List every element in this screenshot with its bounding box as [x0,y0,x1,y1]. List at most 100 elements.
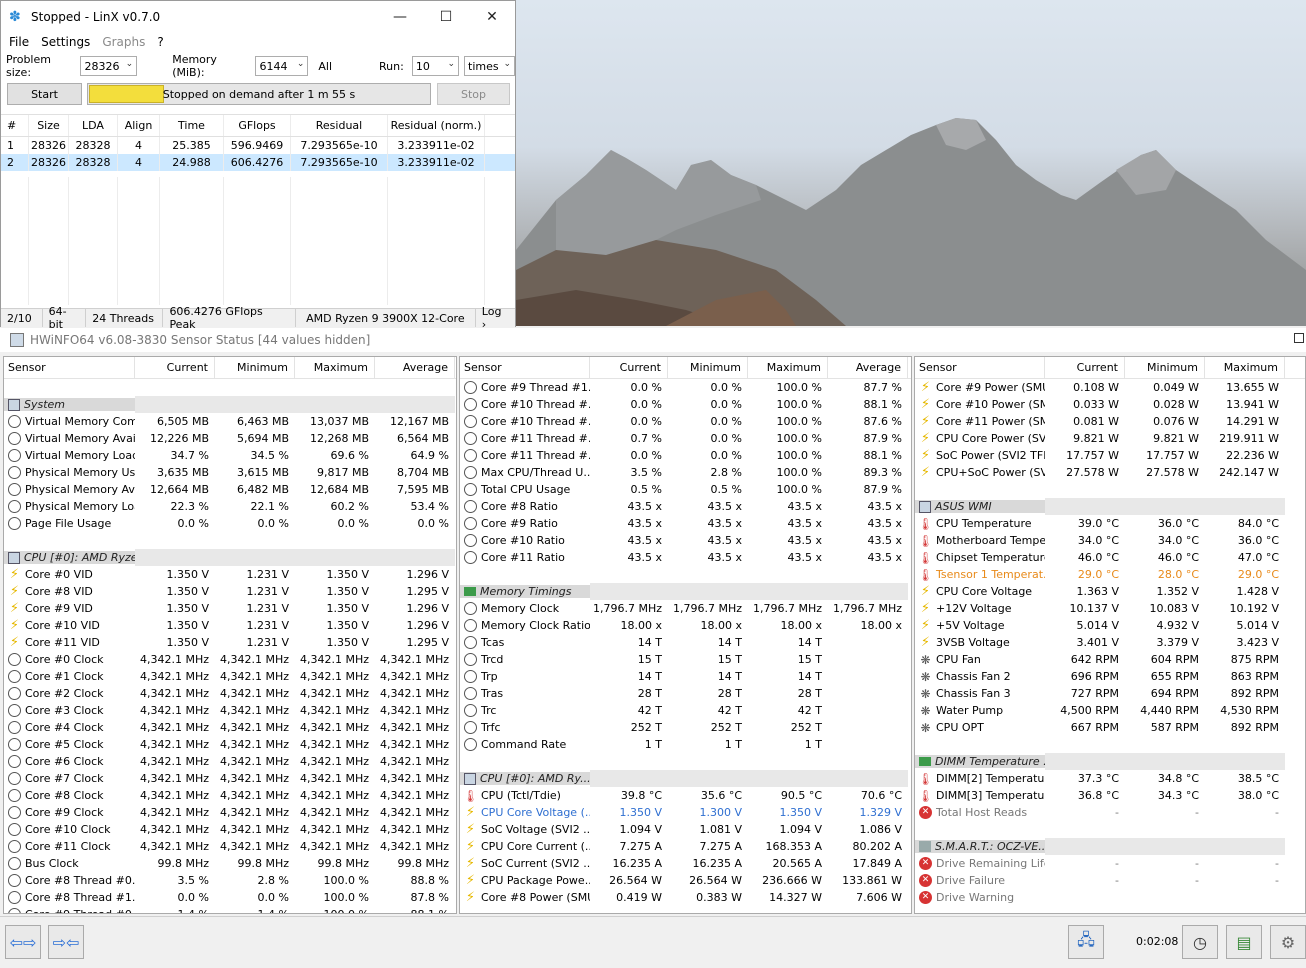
sensor-row[interactable]: Core #10 Thread #... 0.0 % 0.0 % 100.0 % 88.… [460,396,911,413]
sensor-group-row[interactable]: Memory Timings [460,583,911,600]
sensor-row[interactable]: ⚡ CPU Core Voltage 1.363 V 1.352 V 1.428 V [915,583,1305,600]
col-size[interactable]: Size [29,115,69,136]
sensor-row[interactable]: Core #9 Thread #0...1.4 %1.4 %100.0 %88.… [4,906,456,913]
sensor-row[interactable]: ✕ Drive Warning [915,889,1305,906]
sensor-row[interactable]: Max CPU/Thread U... 3.5 % 2.8 % 100.0 % 89.3… [460,464,911,481]
sensor-row[interactable]: Memory Clock 1,796.7 MHz 1,796.7 MHz 1,796.… [460,600,911,617]
sensor-row[interactable]: Virtual Memory Com... 6,505 MB 6,463 MB 13,… [4,413,456,430]
menu-file[interactable]: File [3,35,35,49]
sensor-row[interactable]: ❋ CPU OPT 667 RPM 587 RPM 892 RPM [915,719,1305,736]
sensor-row[interactable]: Total CPU Usage 0.5 % 0.5 % 100.0 % 87.9 % [460,481,911,498]
menu-help[interactable]: ? [151,35,169,49]
sensor-row[interactable]: Bus Clock 99.8 MHz 99.8 MHz 99.8 MHz 99.8 MH… [4,855,456,872]
sensor-row[interactable]: Trcd 15 T 15 T 15 T [460,651,911,668]
sensor-row[interactable]: Physical Memory Av... 12,664 MB 6,482 MB 12… [4,481,456,498]
sensor-row[interactable]: Core #0 Clock 4,342.1 MHz 4,342.1 MHz 4,342… [4,651,456,668]
hwinfo-titlebar[interactable]: HWiNFO64 v6.08-3830 Sensor Status [44 va… [0,328,1306,352]
sensor-row[interactable]: ⚡ 3VSB Voltage 3.401 V 3.379 V 3.423 V [915,634,1305,651]
minimize-button[interactable]: — [377,9,423,25]
sensor-row[interactable]: Core #5 Clock 4,342.1 MHz 4,342.1 MHz 4,342… [4,736,456,753]
table-row-selected[interactable]: 2 28326 28328 4 24.988 606.4276 7.293565… [1,154,515,171]
sensor-row[interactable]: 🌡 CPU (Tctl/Tdie) 39.8 °C 35.6 °C 90.5 °C 70.… [460,787,911,804]
col-time[interactable]: Time [160,115,224,136]
sensor-row[interactable]: ⚡ CPU Core Current (... 7.275 A 7.275 A 168.… [460,838,911,855]
sensor-row[interactable]: Core #10 Clock 4,342.1 MHz 4,342.1 MHz 4,34… [4,821,456,838]
sensor-row[interactable]: ⚡ CPU Package Powe... 26.564 W 26.564 W 236.… [460,872,911,889]
sensor-row[interactable]: 🌡 DIMM[2] Temperature 37.3 °C 34.8 °C 38.5 °… [915,770,1305,787]
sensor-row[interactable]: Trp 14 T 14 T 14 T [460,668,911,685]
sensor-row[interactable]: Core #1 Clock 4,342.1 MHz 4,342.1 MHz 4,342… [4,668,456,685]
sensor-row[interactable]: ⚡ CPU Core Power (SV... 9.821 W 9.821 W 219.… [915,430,1305,447]
clock-reset-icon[interactable]: ◷ [1182,925,1218,959]
run-unit-combo[interactable]: times ⌄ [464,56,516,76]
network-icon[interactable]: 🖧 [1068,925,1104,959]
sensor-group-row[interactable]: S.M.A.R.T.: OCZ-VE... [915,838,1305,855]
sensor-row[interactable]: Core #8 Clock 4,342.1 MHz 4,342.1 MHz 4,342… [4,787,456,804]
sensor-row[interactable]: ⚡ CPU+SoC Power (SV... 27.578 W 27.578 W 242… [915,464,1305,481]
sensor-row[interactable]: ⚡ Core #11 Power (SMU) 0.081 W 0.076 W 14.29… [915,413,1305,430]
sensor-row[interactable]: Core #9 Clock 4,342.1 MHz 4,342.1 MHz 4,342… [4,804,456,821]
col-lda[interactable]: LDA [69,115,118,136]
col-residual-norm[interactable]: Residual (norm.) [388,115,485,136]
sensor-row[interactable]: 🌡 DIMM[3] Temperature 36.8 °C 34.3 °C 38.0 °… [915,787,1305,804]
sensor-row[interactable]: Trc 42 T 42 T 42 T [460,702,911,719]
sensor-row[interactable]: ⚡ +12V Voltage 10.137 V 10.083 V 10.192 V [915,600,1305,617]
sensor-row[interactable]: Core #4 Clock 4,342.1 MHz 4,342.1 MHz 4,342… [4,719,456,736]
sensor-row[interactable]: ❋ Chassis Fan 3 727 RPM 694 RPM 892 RPM [915,685,1305,702]
sensor-row[interactable]: 🌡 Chipset Temperature 46.0 °C 46.0 °C 47.0 °… [915,549,1305,566]
sensor-row[interactable]: ⚡ Core #10 Power (SMU) 0.033 W 0.028 W 13.94… [915,396,1305,413]
column-average[interactable]: Average [828,357,908,378]
sensor-row[interactable]: Core #8 Ratio 43.5 x 43.5 x 43.5 x 43.5 x [460,498,911,515]
column-current[interactable]: Current [135,357,215,378]
column-minimum[interactable]: Minimum [1125,357,1205,378]
column-average[interactable]: Average [375,357,455,378]
report-icon[interactable]: ▤ [1226,925,1262,959]
sensor-row[interactable]: ❋ Chassis Fan 2 696 RPM 655 RPM 863 RPM [915,668,1305,685]
sensor-row[interactable]: Core #8 Thread #0... 3.5 % 2.8 % 100.0 % 88.… [4,872,456,889]
sensor-row[interactable]: Core #9 Ratio 43.5 x 43.5 x 43.5 x 43.5 x [460,515,911,532]
navigate-left-right-button[interactable]: ⇦⇨ [5,925,41,959]
menu-graphs[interactable]: Graphs [96,35,151,49]
sensor-row[interactable]: ⚡ +5V Voltage 5.014 V 4.932 V 5.014 V [915,617,1305,634]
run-count-combo[interactable]: 10 ⌄ [411,56,460,76]
column-maximum[interactable]: Maximum [748,357,828,378]
sensor-group-row[interactable]: CPU [#0]: AMD Ry... [460,770,911,787]
sensor-row[interactable]: Core #11 Thread #... 0.0 % 0.0 % 100.0 % 88.… [460,447,911,464]
sensor-row[interactable]: Core #10 Thread #... 0.0 % 0.0 % 100.0 % 87.… [460,413,911,430]
sensor-row[interactable]: Virtual Memory Load 34.7 % 34.5 % 69.6 % 64.… [4,447,456,464]
menu-settings[interactable]: Settings [35,35,96,49]
sensor-row[interactable]: Trfc 252 T 252 T 252 T [460,719,911,736]
sensor-row[interactable]: Page File Usage 0.0 % 0.0 % 0.0 % 0.0 % [4,515,456,532]
sensor-row[interactable]: ⚡ Core #10 VID 1.350 V 1.231 V 1.350 V 1.296 … [4,617,456,634]
sensor-row[interactable]: Core #11 Clock 4,342.1 MHz 4,342.1 MHz 4,34… [4,838,456,855]
sensor-row[interactable]: ⚡ Core #8 Power (SMU) 0.419 W 0.383 W 14.327… [460,889,911,906]
log-button[interactable]: Log › [476,305,515,331]
sensor-group-row[interactable]: DIMM Temperature ... [915,753,1305,770]
column-minimum[interactable]: Minimum [215,357,295,378]
sensor-row[interactable]: ⚡ CPU Core Voltage (... 1.350 V 1.300 V 1.35… [460,804,911,821]
sensor-row[interactable]: Core #3 Clock 4,342.1 MHz 4,342.1 MHz 4,342… [4,702,456,719]
problem-size-combo[interactable]: 28326 ⌄ [80,56,138,76]
column-minimum[interactable]: Minimum [668,357,748,378]
sensor-row[interactable]: Tcas 14 T 14 T 14 T [460,634,911,651]
sensor-row[interactable]: ⚡ SoC Power (SVI2 TFN) 17.757 W 17.757 W 22.… [915,447,1305,464]
sensor-row[interactable]: Physical Memory Load 22.3 % 22.1 % 60.2 % 53… [4,498,456,515]
sensor-row[interactable]: Core #7 Clock 4,342.1 MHz 4,342.1 MHz 4,342… [4,770,456,787]
close-button[interactable]: ✕ [469,9,515,25]
sensor-row[interactable]: ⚡ Core #8 VID 1.350 V 1.231 V 1.350 V 1.295 V [4,583,456,600]
column-maximum[interactable]: Maximum [295,357,375,378]
sensor-group-row[interactable]: CPU [#0]: AMD Ryze [4,549,456,566]
sensor-row[interactable]: 🌡 CPU Temperature 39.0 °C 36.0 °C 84.0 °C [915,515,1305,532]
sensor-row[interactable]: Physical Memory Used 3,635 MB 3,615 MB 9,81… [4,464,456,481]
col-align[interactable]: Align [118,115,160,136]
column-sensor[interactable]: Sensor [460,357,590,378]
memory-combo[interactable]: 6144 ⌄ [255,56,309,76]
linx-titlebar[interactable]: ✽ Stopped - LinX v0.7.0 — ☐ ✕ [1,1,515,32]
column-current[interactable]: Current [1045,357,1125,378]
column-current[interactable]: Current [590,357,668,378]
memory-all-button[interactable]: All [318,60,332,73]
sensor-row[interactable]: ❋ Water Pump 4,500 RPM 4,440 RPM 4,530 RPM [915,702,1305,719]
sensor-row[interactable]: Core #6 Clock 4,342.1 MHz 4,342.1 MHz 4,342… [4,753,456,770]
sensor-row[interactable]: Memory Clock Ratio 18.00 x 18.00 x 18.00 x 1… [460,617,911,634]
sensor-group-row[interactable]: System [4,396,456,413]
